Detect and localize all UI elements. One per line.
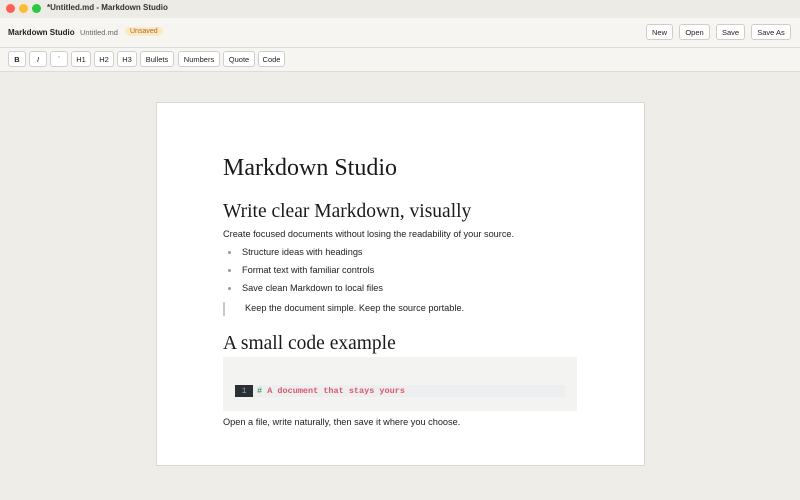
code-content: A document that stays yours (262, 386, 405, 396)
code-block[interactable]: 1 # A document that stays yours (223, 357, 577, 411)
code-text: # A document that stays yours (257, 386, 405, 396)
heading-code-example: A small code example (223, 333, 396, 354)
minimize-window-button[interactable] (19, 4, 28, 13)
bullet-dot-icon (228, 287, 231, 290)
h2-button[interactable]: H2 (94, 51, 114, 67)
quote-button[interactable]: Quote (223, 51, 255, 67)
document-page[interactable]: Markdown Studio Write clear Markdown, vi… (156, 102, 645, 466)
bold-button[interactable]: B (8, 51, 26, 67)
unsaved-badge: Unsaved (125, 27, 163, 36)
save-button[interactable]: Save (716, 24, 745, 40)
list-item-text: Format text with familiar controls (242, 265, 375, 275)
window-controls (6, 4, 41, 13)
h3-button[interactable]: H3 (117, 51, 137, 67)
app-name: Markdown Studio (8, 28, 75, 37)
code-block-button[interactable]: Code (258, 51, 285, 67)
blockquote-bar (223, 302, 225, 316)
window-title: *Untitled.md - Markdown Studio (47, 3, 168, 12)
new-button[interactable]: New (646, 24, 673, 40)
code-line: 1 # A document that stays yours (235, 385, 565, 397)
numbers-button[interactable]: Numbers (178, 51, 220, 67)
inline-code-button[interactable]: ` (50, 51, 68, 67)
app-header: Markdown Studio Untitled.md Unsaved New … (0, 18, 800, 48)
close-window-button[interactable] (6, 4, 15, 13)
bullet-dot-icon (228, 269, 231, 272)
blockquote-text: Keep the document simple. Keep the sourc… (245, 303, 465, 313)
file-name: Untitled.md (80, 28, 118, 37)
h1-button[interactable]: H1 (71, 51, 91, 67)
italic-button[interactable]: I (29, 51, 47, 67)
format-toolbar: B I ` H1 H2 H3 Bullets Numbers Quote Cod… (0, 48, 800, 72)
list-item-text: Structure ideas with headings (242, 247, 363, 257)
save-as-button[interactable]: Save As (751, 24, 791, 40)
intro-paragraph: Create focused documents without losing … (223, 229, 515, 239)
closing-paragraph: Open a file, write naturally, then save … (223, 417, 461, 427)
bullet-dot-icon (228, 251, 231, 254)
document-title: Markdown Studio (223, 155, 397, 181)
bullets-button[interactable]: Bullets (140, 51, 174, 67)
line-number: 1 (235, 385, 253, 397)
heading-write-clear: Write clear Markdown, visually (223, 201, 472, 222)
zoom-window-button[interactable] (32, 4, 41, 13)
title-bar: *Untitled.md - Markdown Studio (0, 0, 800, 18)
open-button[interactable]: Open (679, 24, 710, 40)
list-item-text: Save clean Markdown to local files (242, 283, 383, 293)
